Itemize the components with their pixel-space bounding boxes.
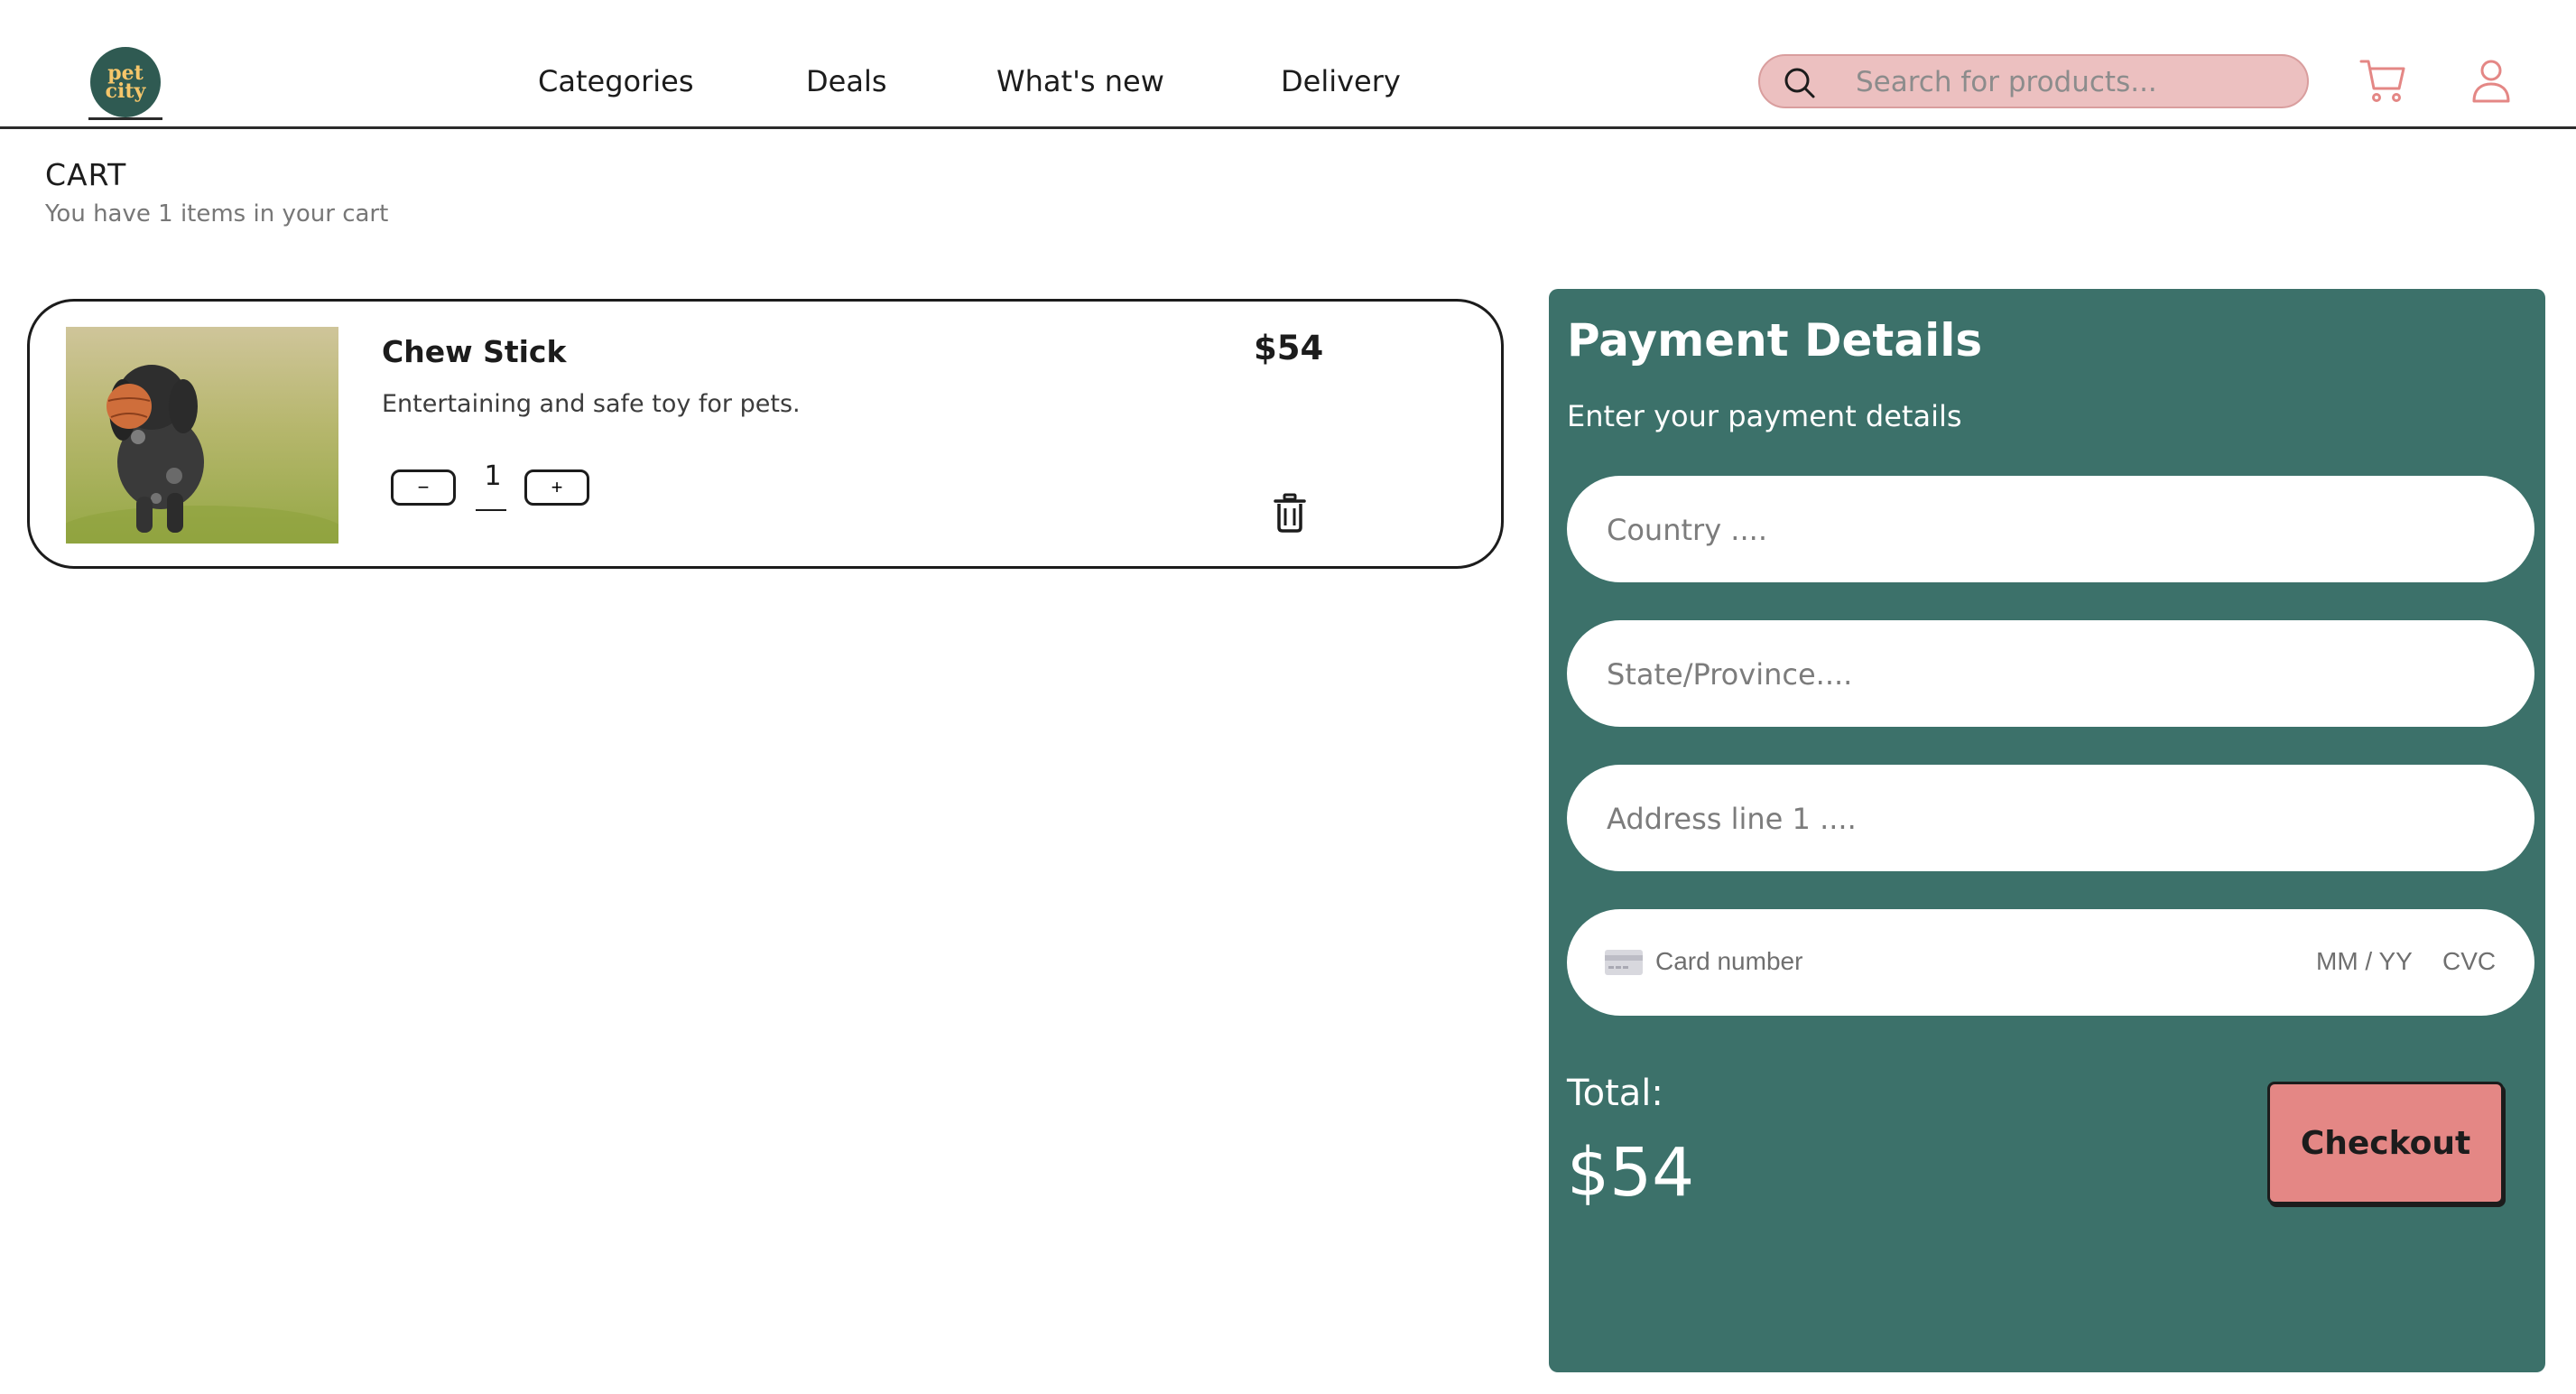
search-bar[interactable] <box>1758 54 2309 108</box>
decrease-quantity-button[interactable]: − <box>391 469 456 506</box>
nav-deals[interactable]: Deals <box>806 63 887 99</box>
cart-icon[interactable] <box>2359 58 2406 105</box>
increase-quantity-button[interactable]: + <box>524 469 589 506</box>
product-image <box>66 327 338 544</box>
checkout-button[interactable]: Checkout <box>2267 1082 2504 1204</box>
nav-whats-new[interactable]: What's new <box>996 63 1164 99</box>
pet-city-logo[interactable]: pet city <box>90 47 161 117</box>
quantity-underline <box>476 509 506 511</box>
cart-item-count: You have 1 items in your cart <box>45 200 389 228</box>
country-input[interactable] <box>1605 476 2493 584</box>
total-amount: $54 <box>1567 1134 1695 1212</box>
search-icon <box>1784 68 1815 98</box>
card-field[interactable]: Card number MM / YY CVC <box>1567 909 2534 1016</box>
credit-card-icon <box>1605 950 1643 975</box>
product-price: $54 <box>1254 329 1324 367</box>
cart-item-card: Chew Stick Entertaining and safe toy for… <box>27 299 1504 569</box>
nav-delivery[interactable]: Delivery <box>1281 63 1401 99</box>
logo-text: pet city <box>105 61 146 103</box>
country-field[interactable] <box>1567 476 2534 584</box>
nav-categories[interactable]: Categories <box>538 63 693 99</box>
address-field[interactable] <box>1567 765 2534 873</box>
payment-title: Payment Details <box>1567 314 1983 367</box>
user-profile-icon[interactable] <box>2471 58 2511 105</box>
state-field[interactable] <box>1567 620 2534 729</box>
total-label: Total: <box>1567 1073 1663 1114</box>
trash-icon[interactable] <box>1274 493 1306 533</box>
address-input[interactable] <box>1605 765 2493 873</box>
state-input[interactable] <box>1605 620 2493 729</box>
logo-underline <box>88 117 162 120</box>
card-cvc-input[interactable]: CVC <box>2442 947 2496 976</box>
search-input[interactable] <box>1854 56 2291 108</box>
payment-subtitle: Enter your payment details <box>1567 399 1962 433</box>
quantity-value[interactable]: 1 <box>477 460 508 492</box>
card-number-input[interactable]: Card number <box>1655 947 1802 976</box>
payment-panel: Payment Details Enter your payment detai… <box>1549 289 2545 1372</box>
product-name: Chew Stick <box>382 334 567 369</box>
card-expiry-input[interactable]: MM / YY <box>2316 947 2413 976</box>
product-description: Entertaining and safe toy for pets. <box>382 390 801 418</box>
cart-title: CART <box>45 157 127 192</box>
top-navbar: pet city Categories Deals What's new Del… <box>0 0 2576 129</box>
